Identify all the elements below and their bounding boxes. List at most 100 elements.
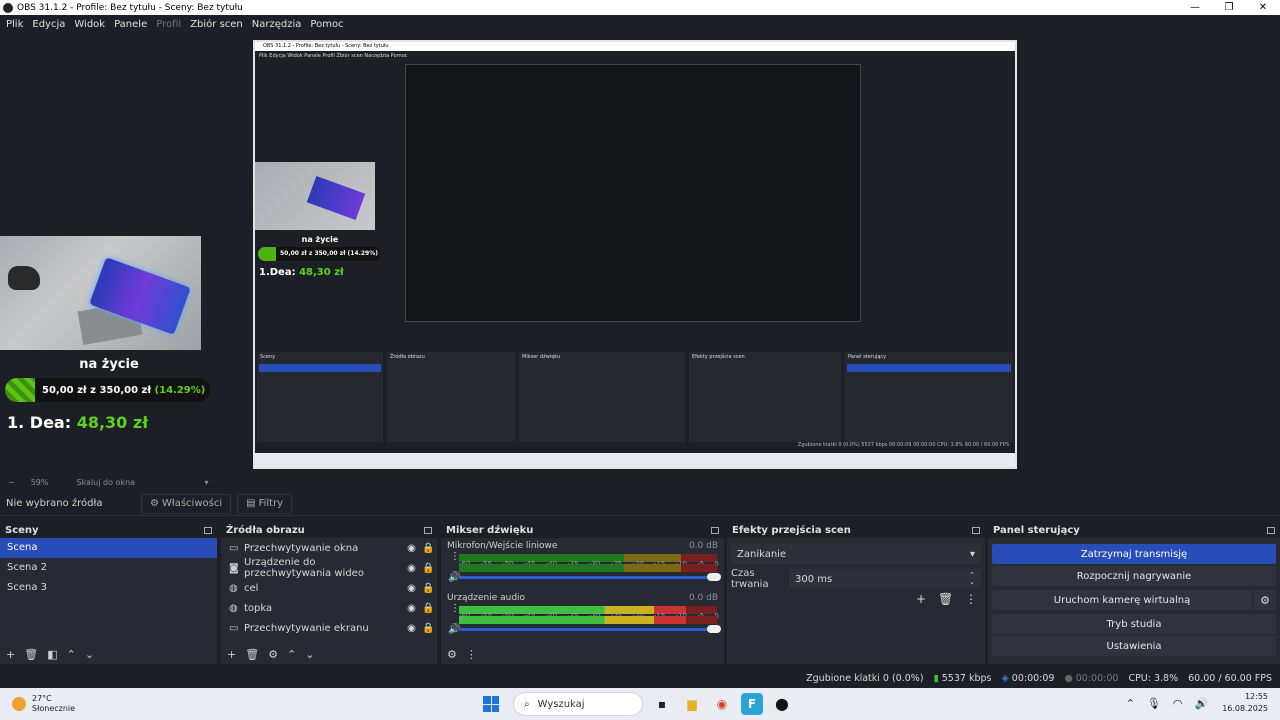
bitrate: 5537 kbps — [941, 672, 992, 684]
eye-icon[interactable]: ◉ — [403, 563, 420, 574]
lock-icon[interactable]: 🔒 — [420, 583, 437, 594]
add-icon[interactable]: + — [227, 648, 236, 661]
scenes-toolbar: + 🗑 ◧ ⌃ ⌄ — [0, 644, 217, 664]
obs-logo-icon — [3, 2, 13, 13]
nested-goal-label: na życie — [301, 235, 339, 244]
lock-icon[interactable]: 🔒 — [420, 603, 437, 614]
properties-button[interactable]: ⚙ Właściwości — [141, 493, 232, 514]
gear-icon[interactable]: ⚙ — [268, 648, 278, 661]
start-recording-button[interactable]: Rozpocznij nagrywanie — [992, 566, 1276, 586]
sources-toolbar: + 🗑 ⚙ ⌃ ⌄ — [221, 644, 437, 664]
file-explorer-icon[interactable]: ▆ — [681, 693, 703, 715]
filters-button[interactable]: ▤ Filtry — [237, 493, 293, 514]
undock-icon[interactable] — [204, 526, 212, 534]
advanced-audio-icon[interactable]: ⚙ — [447, 648, 457, 661]
source-item[interactable]: ▭ Przechwytywanie ekranu ◉ 🔒 — [221, 618, 437, 638]
undock-icon[interactable] — [1267, 526, 1275, 534]
source-item[interactable]: ◙ Urządzenie do przechwytywania wideo ◉ 🔒 — [221, 557, 437, 579]
move-down-icon[interactable]: ⌄ — [305, 648, 314, 661]
trash-icon[interactable]: 🗑 — [24, 648, 38, 661]
level-meter — [459, 616, 717, 624]
volume-icon[interactable]: 🔊 — [1194, 697, 1208, 710]
minimize-icon[interactable]: — — [1178, 0, 1212, 15]
record-icon: ● — [1064, 672, 1073, 684]
signal-icon: ▮ — [933, 672, 939, 684]
microphone-icon[interactable]: 🎙 — [1147, 697, 1161, 710]
menu-docks[interactable]: Panele — [114, 19, 147, 30]
source-item[interactable]: ◍ topka ◉ 🔒 — [221, 598, 437, 618]
preview-canvas[interactable]: na życie 50,00 zł z 350,00 zł (14.29%) 1… — [0, 33, 1280, 515]
duration-spinbox[interactable]: 300 ms ⌃ ⌄ — [789, 569, 981, 589]
undock-icon[interactable] — [424, 526, 432, 534]
menu-tools[interactable]: Narzędzia — [252, 19, 302, 30]
eye-icon[interactable]: ◉ — [403, 603, 420, 614]
volume-slider[interactable] — [459, 573, 721, 581]
scene-filters-icon[interactable]: ◧ — [47, 648, 57, 661]
maximize-icon[interactable]: ❐ — [1212, 0, 1246, 15]
fps: 60.00 / 60.00 FPS — [1188, 672, 1272, 684]
obs-taskbar-icon[interactable]: ⬤ — [771, 693, 793, 715]
taskbar-search[interactable]: ⌕ Wyszukaj — [513, 692, 643, 716]
spin-arrows-icon[interactable]: ⌃ ⌄ — [969, 572, 975, 586]
menu-edit[interactable]: Edycja — [32, 19, 65, 30]
mixer-menu-icon[interactable]: ⋮ — [466, 648, 477, 661]
transitions-header: Efekty przejścia scen — [727, 522, 985, 538]
add-icon[interactable]: + — [6, 648, 15, 661]
goal-progress-bar: 50,00 zł z 350,00 zł (14.29%) — [5, 378, 210, 402]
eye-icon[interactable]: ◉ — [403, 543, 420, 554]
move-down-icon[interactable]: ⌄ — [85, 648, 94, 661]
scale-select[interactable]: Skaluj do okna ▾ — [68, 478, 208, 487]
virtual-camera-button[interactable]: Uruchom kamerę wirtualną — [992, 590, 1252, 610]
menu-view[interactable]: Widok — [74, 19, 105, 30]
scene-item[interactable]: Scena 2 — [0, 558, 217, 578]
menu-profile[interactable]: Profil — [156, 19, 181, 30]
zoom-out-button[interactable]: − — [8, 478, 15, 487]
clock[interactable]: 12:55 16.08.2025 — [1222, 691, 1268, 715]
move-up-icon[interactable]: ⌃ — [287, 648, 296, 661]
f-app-icon[interactable]: F — [741, 693, 763, 715]
lock-icon[interactable]: 🔒 — [420, 563, 437, 574]
source-toolbar: Nie wybrano źródła ⚙ Właściwości ▤ Filtr… — [0, 492, 1280, 516]
chevron-up-icon[interactable]: ⌃ — [1126, 697, 1135, 710]
source-item[interactable]: ▭ Przechwytywanie okna ◉ 🔒 — [221, 538, 437, 558]
undock-icon[interactable] — [711, 526, 719, 534]
slider-handle[interactable] — [707, 625, 721, 633]
trash-icon[interactable]: 🗑 — [245, 648, 259, 661]
eye-icon[interactable]: ◉ — [403, 623, 420, 634]
volume-slider[interactable] — [459, 625, 721, 633]
close-icon[interactable]: ✕ — [1246, 0, 1280, 15]
studio-mode-button[interactable]: Tryb studia — [992, 614, 1276, 634]
transition-menu-icon[interactable]: ⋮ — [965, 592, 977, 606]
window-icon: ▭ — [229, 542, 239, 554]
menu-file[interactable]: Plik — [6, 19, 23, 30]
wifi-icon[interactable]: ◠ — [1173, 697, 1183, 710]
camera-icon: ◙ — [229, 562, 239, 574]
chevron-down-icon: ▾ — [204, 477, 209, 487]
monitor-icon: ▭ — [229, 622, 239, 634]
chrome-icon[interactable]: ◉ — [711, 693, 733, 715]
slider-handle[interactable] — [707, 573, 721, 581]
move-up-icon[interactable]: ⌃ — [67, 648, 76, 661]
eye-icon[interactable]: ◉ — [403, 583, 420, 594]
gear-icon[interactable]: ⚙ — [1254, 590, 1276, 610]
scene-item[interactable]: Scena 3 — [0, 578, 217, 598]
channel-db: 0.0 dB — [688, 541, 718, 551]
task-view-icon[interactable]: ▪ — [651, 693, 673, 715]
source-item[interactable]: ◍ cel ◉ 🔒 — [221, 578, 437, 598]
weather-widget[interactable]: 27°C Słonecznie — [12, 694, 75, 714]
add-icon[interactable]: + — [916, 592, 926, 606]
windows-taskbar: 27°C Słonecznie ⌕ Wyszukaj ▪ ▆ ◉ F ⬤ ⌃ 🎙 … — [0, 688, 1280, 720]
lock-icon[interactable]: 🔒 — [420, 623, 437, 634]
stop-stream-button[interactable]: Zatrzymaj transmisję — [992, 544, 1276, 564]
menu-help[interactable]: Pomoc — [310, 19, 343, 30]
menu-scene-collection[interactable]: Zbiór scen — [190, 19, 243, 30]
top-donor: 1. Dea: 48,30 zł — [7, 413, 149, 432]
lock-icon[interactable]: 🔒 — [420, 543, 437, 554]
trash-icon[interactable]: 🗑 — [938, 592, 953, 606]
mixer-dock: Mikser dźwięku Mikrofon/Wejście liniowe 0… — [441, 522, 724, 664]
windows-start-icon[interactable] — [483, 696, 499, 712]
transition-select[interactable]: Zanikanie ▾ — [731, 544, 981, 564]
undock-icon[interactable] — [972, 526, 980, 534]
settings-button[interactable]: Ustawienia — [992, 636, 1276, 656]
scene-item[interactable]: Scena — [0, 538, 217, 558]
